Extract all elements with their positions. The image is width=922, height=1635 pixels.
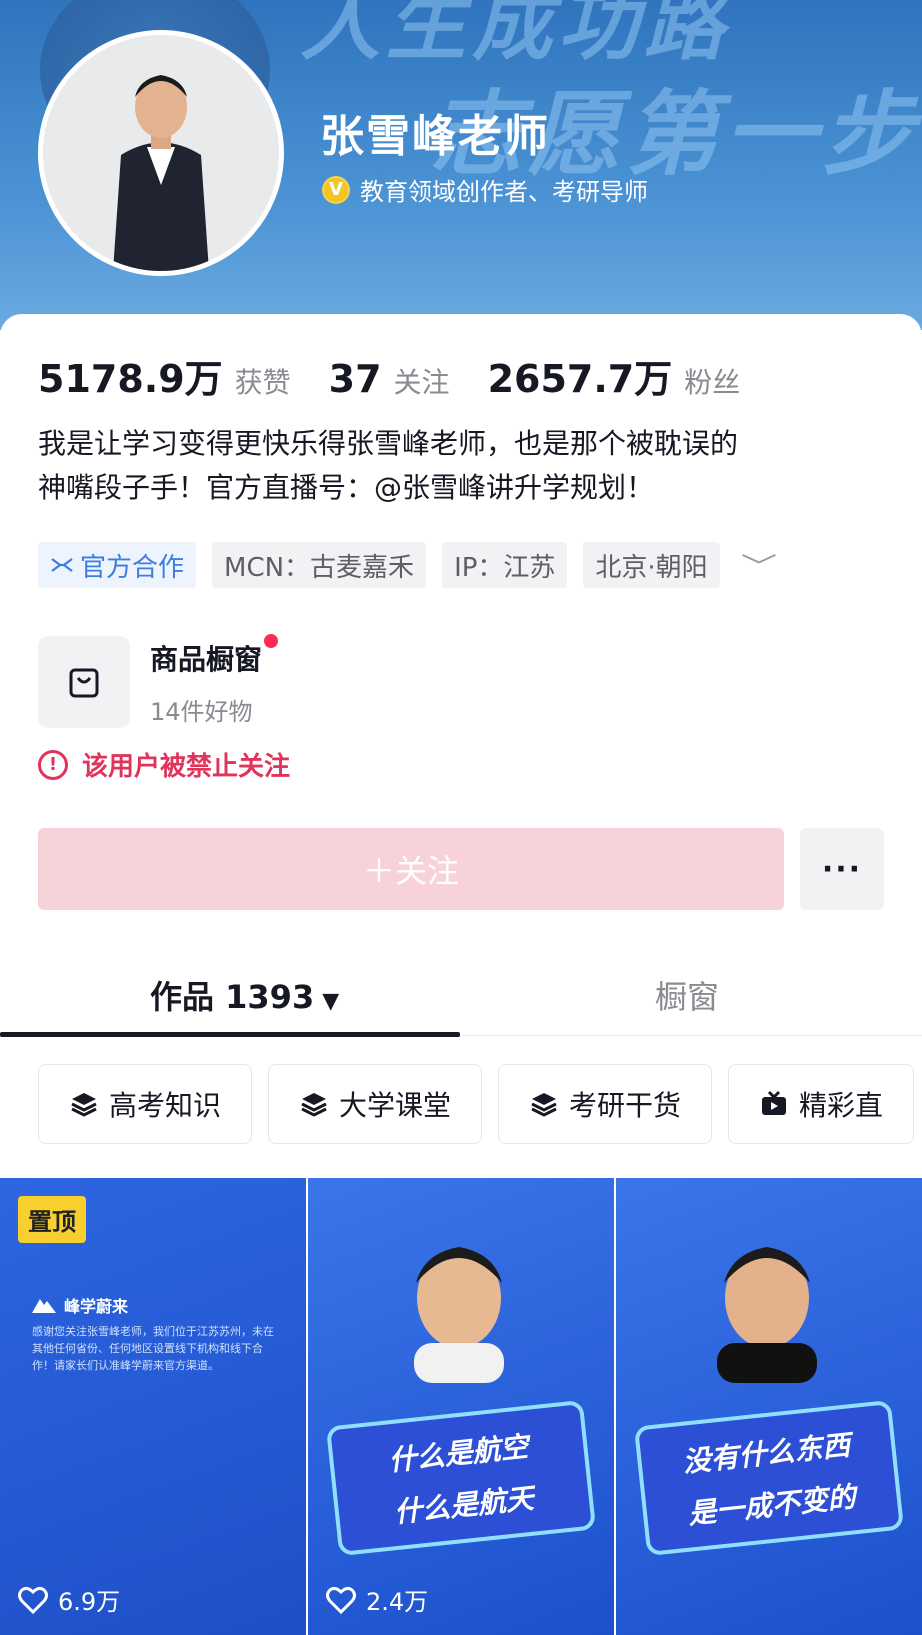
video-thumbnail[interactable]: 置顶 峰学蔚来 感谢您关注张雪峰老师，我们位于江苏苏州，未在其他任何省份、任何地… — [0, 1178, 306, 1635]
collection-chip[interactable]: 考研干货 — [498, 1064, 713, 1144]
more-options-button[interactable]: ··· — [800, 828, 884, 910]
collection-chips: 高考知识 大学课堂 考研干货 精彩直 — [38, 1064, 915, 1144]
stat-followers-label: 粉丝 — [684, 366, 741, 399]
tag-official-cooperation[interactable]: 官方合作 — [38, 542, 197, 588]
profile-card: 5178.9万 获赞 37 关注 2657.7万 粉丝 我是让学习变得更快乐得张… — [0, 314, 922, 1635]
heart-icon — [18, 1586, 48, 1614]
presenter-image — [414, 1247, 504, 1383]
caption-line-1: 什么是航空 — [387, 1429, 530, 1478]
like-count: 6.9万 — [18, 1582, 120, 1617]
layers-icon — [531, 1093, 557, 1117]
chevron-down-icon[interactable]: ﹀ — [740, 547, 776, 584]
active-tab-indicator — [0, 1032, 460, 1037]
handshake-icon — [51, 558, 73, 572]
video-thumbnail[interactable]: 没有什么东西 是一成不变的 — [616, 1178, 922, 1635]
stat-followers[interactable]: 2657.7万 粉丝 — [488, 348, 741, 403]
avatar-person-image — [43, 35, 279, 271]
shop-item-count: 14件好物 — [150, 697, 253, 726]
avatar[interactable] — [38, 30, 284, 276]
bio-line-1: 我是让学习变得更快乐得张雪峰老师，也是那个被耽误的 — [38, 427, 739, 460]
like-count: 2.4万 — [326, 1582, 428, 1617]
layers-icon — [71, 1093, 97, 1117]
stat-following[interactable]: 37 关注 — [329, 357, 450, 401]
shop-title: 商品橱窗 — [150, 633, 279, 678]
verification-row: V 教育领域创作者、考研导师 — [322, 172, 648, 207]
collection-label: 精彩直 — [799, 1089, 884, 1122]
collection-label: 高考知识 — [109, 1089, 222, 1122]
layers-icon — [301, 1093, 327, 1117]
stat-followers-number: 2657.7万 — [487, 357, 673, 401]
tab-works[interactable]: 作品 1393 ▼ — [150, 972, 339, 1018]
collection-chip[interactable]: 高考知识 — [38, 1064, 253, 1144]
collection-chip[interactable]: 精彩直 — [728, 1064, 915, 1144]
profile-name: 张雪峰老师 — [320, 111, 550, 162]
shop-title-text: 商品橱窗 — [150, 642, 263, 676]
presenter-image — [717, 1247, 817, 1383]
stat-likes-label: 获赞 — [234, 366, 291, 399]
tab-works-label: 作品 1393 — [150, 978, 315, 1016]
tag-ip: IP：江苏 — [442, 542, 568, 588]
tag-official-label: 官方合作 — [80, 552, 185, 583]
collection-label: 考研干货 — [569, 1089, 682, 1122]
shop-text: 商品橱窗 14件好物 — [150, 633, 279, 727]
caret-down-icon: ▼ — [322, 989, 340, 1014]
video-thumbnail[interactable]: 什么是航空 什么是航天 2.4万 — [308, 1178, 614, 1635]
stat-following-label: 关注 — [393, 366, 450, 399]
ban-notice-text: 该用户被禁止关注 — [82, 752, 291, 782]
caption-line-1: 没有什么东西 — [681, 1428, 852, 1479]
tag-mcn: MCN：古麦嘉禾 — [212, 542, 427, 588]
profile-screen: 人生成功路 志愿第一步 张雪峰老师 V 教育领域创作者、考研导师 5178.9万… — [0, 0, 922, 1635]
like-count-value: 2.4万 — [366, 1588, 429, 1616]
stat-following-number: 37 — [328, 357, 382, 401]
collection-label: 大学课堂 — [339, 1089, 452, 1122]
thumbnail-caption: 没有什么东西 是一成不变的 — [633, 1399, 905, 1557]
thumbnail-caption: 什么是航空 什么是航天 — [325, 1399, 597, 1557]
notification-dot — [264, 633, 279, 648]
content-tabs: 作品 1393 ▼ 橱窗 — [0, 954, 922, 1037]
stats-row: 5178.9万 获赞 37 关注 2657.7万 粉丝 — [38, 348, 778, 403]
mountain-logo-icon — [32, 1299, 56, 1313]
thumbnail-notice-text: 感谢您关注张雪峰老师，我们位于江苏苏州，未在其他任何省份、任何地区设置线下机构和… — [32, 1325, 274, 1372]
brand-name: 峰学蔚来 — [64, 1297, 129, 1316]
tag-location: 北京·朝阳 — [583, 542, 720, 588]
profile-bio: 我是让学习变得更快乐得张雪峰老师，也是那个被耽误的 神嘴段子手！官方直播号：@张… — [38, 422, 888, 510]
verification-text: 教育领域创作者、考研导师 — [360, 178, 648, 206]
follow-ban-notice: ! 该用户被禁止关注 — [38, 746, 290, 783]
follow-button[interactable]: ＋关注 — [38, 828, 784, 910]
shop-window-entry[interactable]: 商品橱窗 14件好物 — [38, 633, 279, 728]
verified-badge-icon: V — [322, 175, 350, 204]
warning-icon: ! — [38, 749, 68, 780]
like-count-value: 6.9万 — [58, 1588, 121, 1616]
pinned-badge: 置顶 — [18, 1196, 86, 1243]
tab-shop-window[interactable]: 橱窗 — [655, 972, 719, 1018]
caption-line-2: 是一成不变的 — [686, 1480, 858, 1531]
brand-logo: 峰学蔚来 — [32, 1293, 128, 1317]
caption-line-2: 什么是航天 — [392, 1481, 536, 1530]
profile-banner: 人生成功路 志愿第一步 张雪峰老师 V 教育领域创作者、考研导师 — [0, 0, 922, 330]
shopping-bag-icon — [38, 636, 130, 728]
profile-tags: 官方合作 MCN：古麦嘉禾 IP：江苏 北京·朝阳 ﹀ — [38, 542, 777, 588]
stat-likes[interactable]: 5178.9万 获赞 — [38, 348, 291, 403]
heart-icon — [326, 1586, 356, 1614]
tv-icon — [762, 1090, 787, 1115]
video-grid: 置顶 峰学蔚来 感谢您关注张雪峰老师，我们位于江苏苏州，未在其他任何省份、任何地… — [0, 1178, 922, 1635]
collection-chip[interactable]: 大学课堂 — [268, 1064, 483, 1144]
stat-likes-number: 5178.9万 — [38, 357, 223, 401]
bio-line-2: 神嘴段子手！官方直播号：@张雪峰讲升学规划！ — [38, 471, 655, 504]
